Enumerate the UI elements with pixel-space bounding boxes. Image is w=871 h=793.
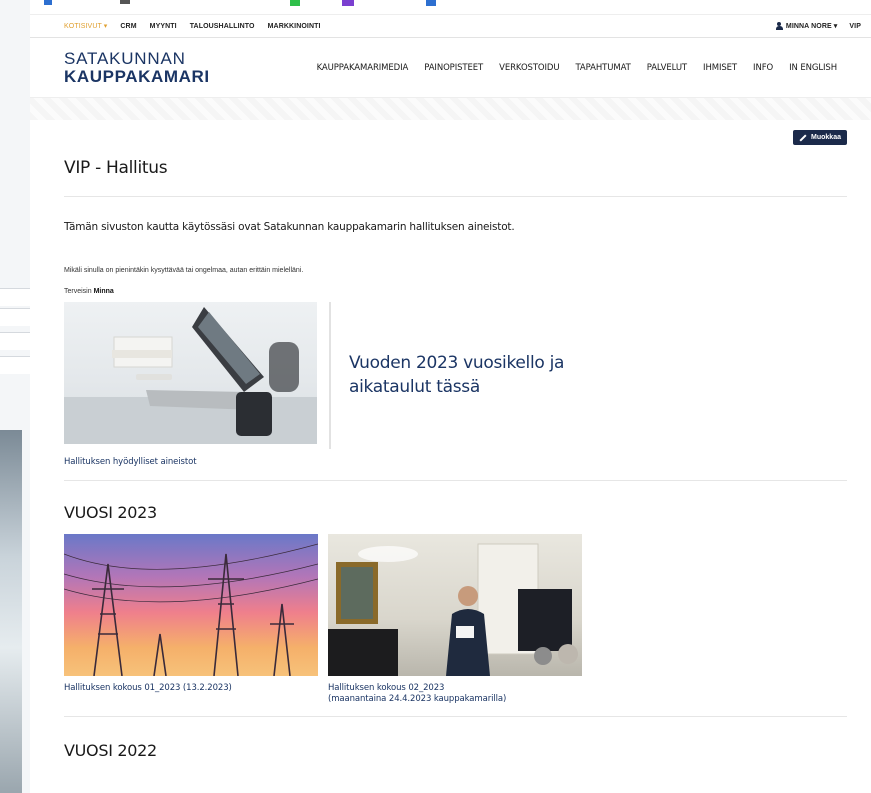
site-logo[interactable]: SATAKUNNAN KAUPPAKAMARI (64, 50, 210, 85)
feature-caption[interactable]: Hallituksen hyödylliset aineistot (64, 457, 847, 467)
meeting-card[interactable]: Hallituksen kokous 02_2023 (maanantaina … (328, 534, 582, 704)
user-menu[interactable]: MINNA NORE ▾ (775, 22, 838, 30)
top-toolbar-strip (30, 0, 871, 14)
admin-menu-markkinointi[interactable]: MARKKINOINTI (268, 23, 321, 30)
card-caption: Hallituksen kokous 01_2023 (13.2.2023) (64, 683, 232, 693)
pencil-icon (799, 133, 807, 142)
background-photo (0, 430, 22, 793)
admin-bar: KOTISIVUT ▾ CRM MYYNTI TALOUSHALLINTO MA… (30, 14, 871, 38)
nav-in-english[interactable]: IN ENGLISH (789, 63, 837, 73)
user-icon (775, 22, 783, 30)
admin-menu-vip[interactable]: VIP (849, 23, 861, 30)
browser-page: KOTISIVUT ▾ CRM MYYNTI TALOUSHALLINTO MA… (30, 0, 871, 793)
main-content: Muokkaa VIP - Hallitus Tämän sivuston ka… (30, 120, 871, 760)
greeting-name: Minna (93, 288, 114, 295)
help-text: Mikäli sinulla on pienintäkin kysyttävää… (64, 267, 304, 274)
page-title: VIP - Hallitus (64, 120, 847, 197)
greeting: Terveisin Minna (64, 288, 114, 295)
main-nav: KAUPPAKAMARIMEDIA PAINOPISTEET VERKOSTOI… (210, 63, 871, 73)
power-lines-image (64, 534, 318, 676)
intro-text: Tämän sivuston kautta käytössäsi ovat Sa… (64, 221, 515, 233)
laptop-illustration (64, 307, 317, 444)
feature-link[interactable]: Vuoden 2023 vuosikello ja aikataulut täs… (349, 352, 579, 449)
admin-menu-crm[interactable]: CRM (120, 23, 136, 30)
user-name: MINNA NORE ▾ (785, 23, 838, 30)
card-caption: Hallituksen kokous 02_2023 (maanantaina … (328, 683, 507, 704)
meeting-card[interactable]: Hallituksen kokous 01_2023 (13.2.2023) (64, 534, 318, 704)
nav-tapahtumat[interactable]: TAPAHTUMAT (575, 63, 630, 73)
nav-palvelut[interactable]: PALVELUT (647, 63, 687, 73)
laptop-desk-image[interactable] (64, 302, 317, 444)
meeting-room-illustration (328, 543, 578, 676)
feature-block: Vuoden 2023 vuosikello ja aikataulut täs… (64, 302, 847, 449)
year-heading-2023: VUOSI 2023 (64, 503, 157, 522)
edit-button[interactable]: Muokkaa (793, 130, 847, 145)
year-heading-2022: VUOSI 2022 (64, 741, 157, 761)
nav-verkostoidu[interactable]: VERKOSTOIDU (499, 63, 559, 73)
admin-menu-taloushallinto[interactable]: TALOUSHALLINTO (190, 23, 255, 30)
site-header: SATAKUNNAN KAUPPAKAMARI KAUPPAKAMARIMEDI… (30, 38, 871, 98)
hero-pattern-band (30, 98, 871, 120)
admin-menu-myynti[interactable]: MYYNTI (150, 23, 177, 30)
nav-painopisteet[interactable]: PAINOPISTEET (424, 63, 483, 73)
nav-ihmiset[interactable]: IHMISET (703, 63, 737, 73)
meeting-room-image (328, 534, 582, 676)
nav-kauppakamarimedia[interactable]: KAUPPAKAMARIMEDIA (317, 63, 409, 73)
power-lines-illustration (64, 543, 318, 676)
nav-info[interactable]: INFO (753, 63, 773, 73)
cards-2023: Hallituksen kokous 01_2023 (13.2.2023) H… (64, 534, 847, 704)
admin-menu-kotisivut[interactable]: KOTISIVUT ▾ (64, 22, 107, 30)
